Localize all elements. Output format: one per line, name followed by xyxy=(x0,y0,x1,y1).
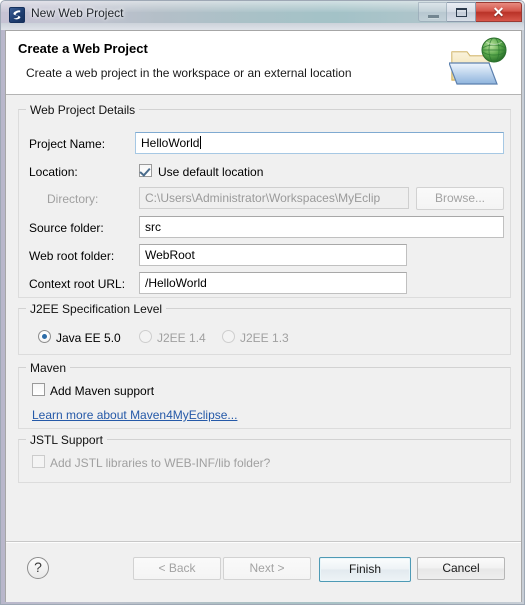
maximize-icon xyxy=(456,8,467,17)
close-button[interactable]: ✕ xyxy=(476,2,522,22)
wizard-header: Create a Web Project Create a web projec… xyxy=(6,31,521,95)
radio-label-java-ee-50[interactable]: Java EE 5.0 xyxy=(56,331,121,345)
web-root-folder-input[interactable]: WebRoot xyxy=(139,244,407,266)
dialog-client-area: Create a Web Project Create a web projec… xyxy=(5,30,522,602)
finish-label: Finish xyxy=(348,562,381,576)
add-maven-support-label[interactable]: Add Maven support xyxy=(50,384,154,398)
dialog-window: New Web Project ✕ Create a Web Project C… xyxy=(0,0,525,605)
label-context-root-url: Context root URL: xyxy=(29,277,126,291)
use-default-location-checkbox[interactable] xyxy=(139,164,152,177)
cancel-label: Cancel xyxy=(442,561,480,575)
browse-label: Browse... xyxy=(434,191,485,205)
title-bar[interactable]: New Web Project ✕ xyxy=(1,1,524,30)
web-folder-globe-icon xyxy=(448,36,509,88)
label-directory: Directory: xyxy=(47,192,99,206)
add-maven-support-checkbox[interactable] xyxy=(32,383,45,396)
finish-button[interactable]: Finish xyxy=(319,557,411,582)
radio-label-j2ee-13[interactable]: J2EE 1.3 xyxy=(240,331,289,345)
context-root-url-input[interactable]: /HelloWorld xyxy=(139,272,407,294)
back-label: < Back xyxy=(158,561,196,575)
radio-java-ee-50[interactable] xyxy=(38,330,51,343)
radio-j2ee-13[interactable] xyxy=(222,330,235,343)
source-folder-value: src xyxy=(145,220,161,234)
close-icon: ✕ xyxy=(492,4,505,20)
minimize-icon xyxy=(428,15,439,18)
radio-label-j2ee-14[interactable]: J2EE 1.4 xyxy=(157,331,206,345)
group-label-details: Web Project Details xyxy=(26,103,140,117)
window-title: New Web Project xyxy=(31,6,124,20)
label-project-name: Project Name: xyxy=(29,137,106,151)
label-web-root-folder: Web root folder: xyxy=(29,249,115,263)
help-button[interactable]: ? xyxy=(27,557,49,579)
add-jstl-libraries-label[interactable]: Add JSTL libraries to WEB-INF/lib folder… xyxy=(50,456,270,470)
use-default-location-label[interactable]: Use default location xyxy=(158,165,263,179)
source-folder-input[interactable]: src xyxy=(139,216,504,238)
maven4myeclipse-link[interactable]: Learn more about Maven4MyEclipse... xyxy=(32,408,237,422)
group-label-maven: Maven xyxy=(26,361,71,375)
back-button[interactable]: < Back xyxy=(133,557,221,580)
window-controls: ✕ xyxy=(418,2,522,23)
maximize-button[interactable] xyxy=(447,2,476,22)
page-title: Create a Web Project xyxy=(18,41,148,56)
group-label-j2ee: J2EE Specification Level xyxy=(26,302,167,316)
group-label-jstl: JSTL Support xyxy=(26,433,107,447)
myeclipse-logo-icon xyxy=(9,7,25,23)
context-root-url-value: /HelloWorld xyxy=(145,276,207,290)
project-name-input[interactable]: HelloWorld xyxy=(135,132,504,154)
cancel-button[interactable]: Cancel xyxy=(417,557,505,580)
title-bar-lower xyxy=(1,23,524,30)
label-location: Location: xyxy=(29,165,78,179)
add-jstl-libraries-checkbox[interactable] xyxy=(32,455,45,468)
footer-separator xyxy=(6,541,521,543)
minimize-button[interactable] xyxy=(418,2,447,22)
radio-j2ee-14[interactable] xyxy=(139,330,152,343)
page-description: Create a web project in the workspace or… xyxy=(26,66,352,80)
next-button[interactable]: Next > xyxy=(223,557,311,580)
next-label: Next > xyxy=(249,561,285,575)
directory-input[interactable]: C:\Users\Administrator\Workspaces\MyEcli… xyxy=(139,187,409,209)
directory-value: C:\Users\Administrator\Workspaces\MyEcli… xyxy=(145,191,381,205)
help-icon: ? xyxy=(34,559,42,575)
text-caret xyxy=(200,136,202,149)
browse-button[interactable]: Browse... xyxy=(416,187,504,210)
web-root-folder-value: WebRoot xyxy=(145,248,195,262)
project-name-value: HelloWorld xyxy=(141,136,200,150)
label-source-folder: Source folder: xyxy=(29,221,104,235)
